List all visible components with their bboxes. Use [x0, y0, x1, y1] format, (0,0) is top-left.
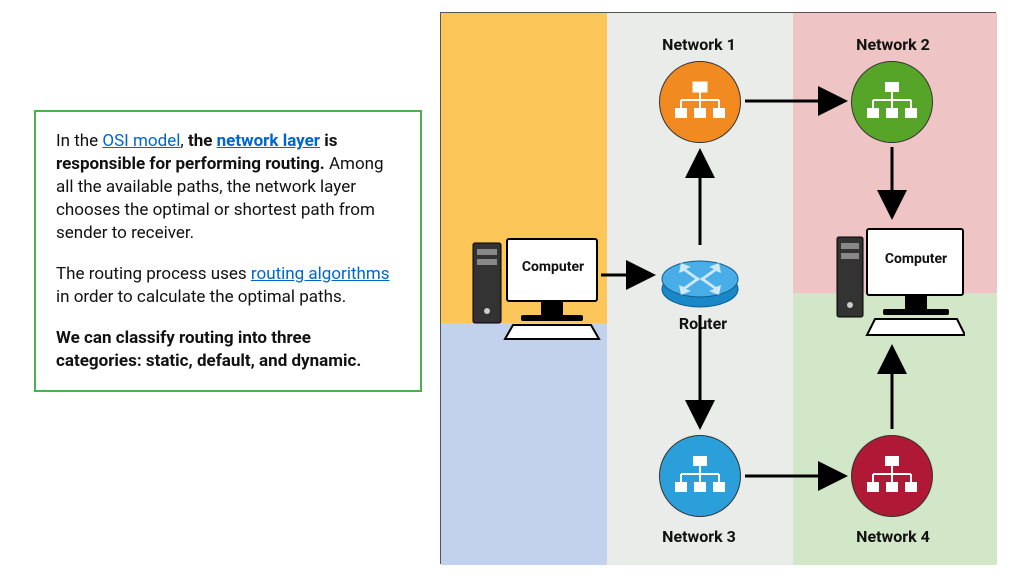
label-network-2: Network 2	[833, 35, 953, 54]
node-network-1	[659, 61, 741, 143]
p2-tail: in order to calculate the optimal paths.	[56, 287, 346, 307]
paragraph-3: We can classify routing into three categ…	[56, 327, 400, 373]
description-panel: In the OSI model, the network layer is r…	[34, 110, 422, 392]
paragraph-2: The routing process uses routing algorit…	[56, 263, 400, 309]
node-network-2	[851, 61, 933, 143]
hierarchy-icon	[673, 454, 727, 498]
label-network-4: Network 4	[833, 527, 953, 546]
p1-prefix: In the	[56, 131, 102, 151]
computer-icon	[835, 223, 965, 343]
label-computer-right: Computer	[875, 251, 957, 267]
hierarchy-icon	[865, 80, 919, 124]
node-network-3	[659, 435, 741, 517]
routing-diagram: Network 1 Network 2 Network 3 Network 4 …	[440, 12, 996, 564]
router-icon	[659, 251, 741, 309]
computer-right: Computer	[835, 223, 965, 343]
p2-prefix: The routing process uses	[56, 264, 251, 284]
label-network-3: Network 3	[639, 527, 759, 546]
label-computer-left: Computer	[515, 259, 591, 275]
paragraph-1: In the OSI model, the network layer is r…	[56, 130, 400, 245]
label-router: Router	[663, 314, 743, 333]
computer-icon	[471, 233, 601, 343]
bg-left-bottom	[441, 323, 607, 565]
hierarchy-icon	[673, 80, 727, 124]
p1-mid: ,	[180, 131, 188, 151]
computer-left: Computer	[471, 233, 601, 343]
router-node	[659, 251, 741, 309]
label-network-1: Network 1	[639, 35, 759, 54]
link-osi-model[interactable]: OSI model	[102, 131, 180, 151]
link-network-layer[interactable]: network layer	[217, 131, 320, 151]
hierarchy-icon	[865, 454, 919, 498]
node-network-4	[851, 435, 933, 517]
link-routing-algorithms[interactable]: routing algorithms	[251, 264, 390, 284]
